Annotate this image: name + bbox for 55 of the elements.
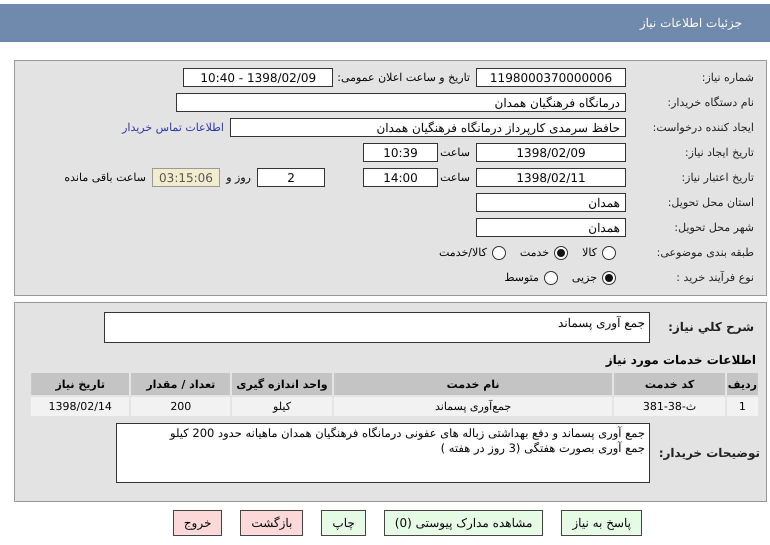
field-label: طبقه بندی موضوعی: bbox=[656, 246, 755, 259]
column-header: نام خدمت bbox=[334, 373, 612, 395]
table-cell: ث-38-381 bbox=[614, 397, 725, 416]
radio-option[interactable]: جزیی bbox=[572, 270, 616, 284]
field-label: ایجاد کننده درخواست: bbox=[652, 121, 755, 134]
action-button[interactable]: پاسخ به نیاز bbox=[561, 510, 642, 536]
field-value: 2 bbox=[257, 168, 325, 187]
field-label: تاریخ اعتبار نیاز: bbox=[680, 171, 755, 184]
field-value: 10:39 bbox=[363, 143, 438, 162]
radio-option[interactable]: متوسط bbox=[504, 270, 558, 284]
field-label: تاریخ ایجاد نیاز: bbox=[684, 146, 755, 159]
contact-link[interactable]: اطلاعات تماس خریدار bbox=[122, 121, 230, 134]
table-cell: 1 bbox=[726, 397, 758, 416]
field-label: ساعت باقی مانده bbox=[63, 171, 147, 184]
column-header: ردیف bbox=[726, 373, 758, 395]
action-button[interactable]: مشاهده مدارک پیوستی (0) bbox=[384, 510, 544, 536]
action-button[interactable]: خروج bbox=[172, 510, 222, 536]
field-value: همدان bbox=[476, 218, 626, 237]
field-label: توضیحات خریدار: bbox=[658, 446, 761, 460]
field-label: نوع فرآیند خرید : bbox=[675, 271, 755, 284]
table-cell: 200 bbox=[131, 397, 230, 416]
radio-option[interactable]: خدمت bbox=[520, 246, 568, 260]
field-value: همدان bbox=[476, 193, 626, 212]
field-value: 1398/02/09 bbox=[476, 143, 626, 162]
radio-option[interactable]: کالا/خدمت bbox=[439, 246, 506, 260]
radio-option[interactable]: کالا bbox=[582, 246, 616, 260]
table-cell: کیلو bbox=[232, 397, 332, 416]
field-value: 03:15:06 bbox=[152, 168, 220, 187]
field-label: شهر محل تحویل: bbox=[673, 221, 755, 234]
field-label: تاریخ و ساعت اعلان عمومی: bbox=[336, 71, 471, 84]
table-cell: 1398/02/14 bbox=[31, 397, 130, 416]
column-header: واحد اندازه گیری bbox=[232, 373, 332, 395]
section-heading: اطلاعات خدمات مورد نیاز bbox=[604, 353, 756, 367]
action-button[interactable]: چاپ bbox=[321, 510, 366, 536]
table-cell: جمع‌آوری پسماند bbox=[334, 397, 612, 416]
field-label: استان محل تحویل: bbox=[666, 196, 755, 209]
field-label: ساعت bbox=[439, 171, 471, 184]
field-label: ساعت bbox=[439, 146, 471, 159]
field-value: درمانگاه فرهنگیان همدان bbox=[176, 93, 626, 112]
column-header: کد خدمت bbox=[614, 373, 725, 395]
field-value: 1398/02/11 bbox=[476, 168, 626, 187]
field-label: نام دستگاه خریدار: bbox=[666, 96, 755, 109]
notes-field: جمع آوری پسماند و دفع بهداشتی زباله های عفونی درمانگاه فرهنگیان همدان ماهیانه حدود 200 کیلو جمع آوری بصورت هفتگی (3 روز در هفته ) bbox=[116, 423, 650, 483]
field-label: شرح کلي نیاز: bbox=[667, 320, 755, 334]
field-value: حافظ سرمدی کارپرداز درمانگاه فرهنگیان همدان bbox=[230, 118, 626, 137]
summary-field: جمع آوری پسماند bbox=[104, 312, 650, 342]
field-label: شماره نیاز: bbox=[700, 71, 755, 84]
field-value: 14:00 bbox=[363, 168, 438, 187]
field-value: 1398/02/09 - 10:40 bbox=[183, 68, 334, 87]
action-button[interactable]: بازگشت bbox=[240, 510, 304, 536]
field-label: روز و bbox=[224, 171, 252, 184]
column-header: تعداد / مقدار bbox=[131, 373, 230, 395]
field-value: 1198000370000006 bbox=[476, 68, 626, 87]
column-header: تاریخ نیاز bbox=[31, 373, 130, 395]
page-title: جزئیات اطلاعات نیاز bbox=[640, 16, 742, 30]
